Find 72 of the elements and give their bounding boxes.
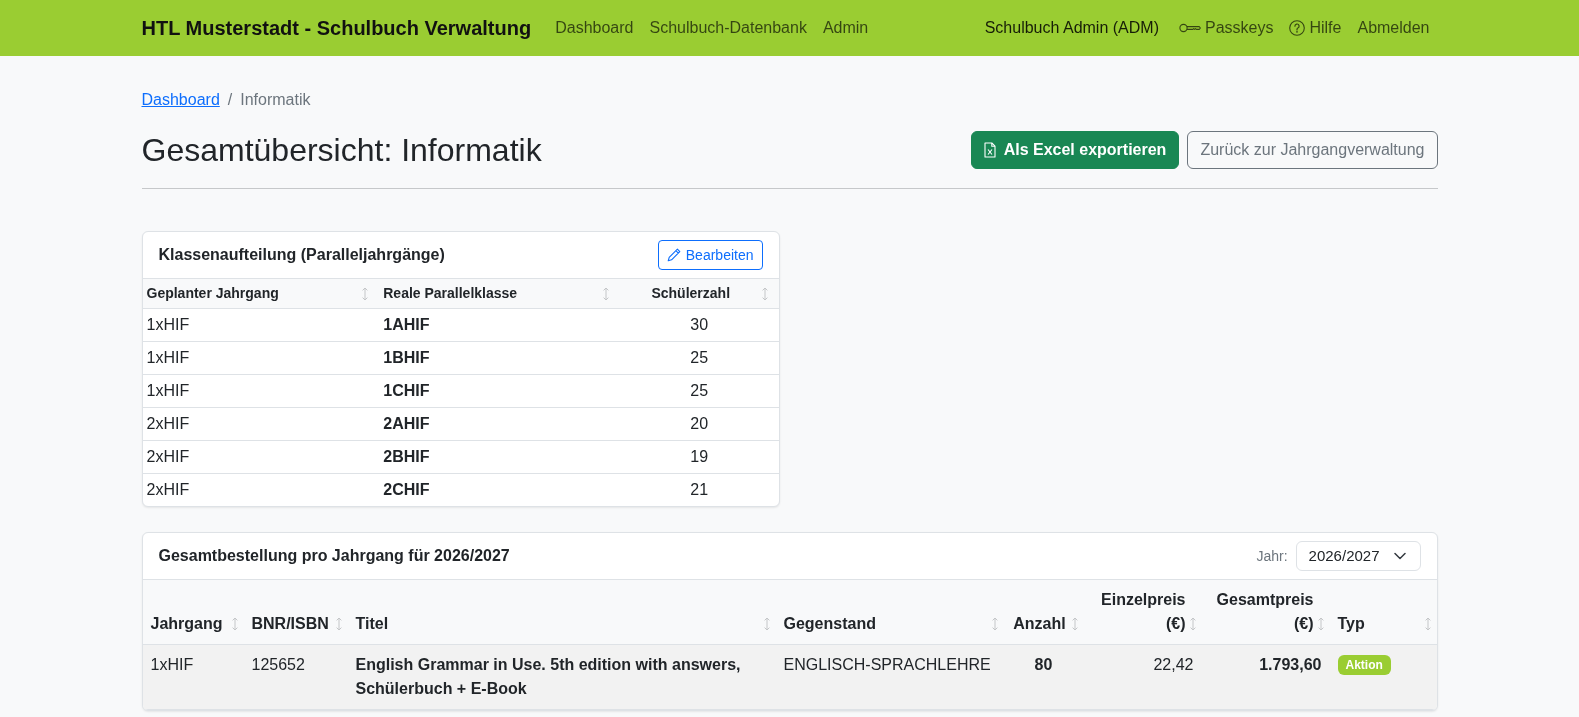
nav-link[interactable]: Dashboard <box>547 8 642 48</box>
table-cell: 1xHIF <box>142 374 380 408</box>
sort-icon <box>990 617 999 632</box>
year-label: Jahr: <box>1256 546 1288 566</box>
table-cell: 21 <box>620 473 779 507</box>
table-cell: 1xHIF <box>142 308 380 342</box>
breadcrumb-separator: / <box>226 90 234 110</box>
table-cell: 2CHIF <box>379 473 620 507</box>
column-header[interactable]: Geplanter Jahrgang <box>142 279 380 309</box>
spreadsheet-file-icon <box>983 142 996 159</box>
column-header[interactable]: Einzelpreis (€) <box>1083 580 1202 645</box>
table-cell: 30 <box>620 308 779 342</box>
sort-icon <box>760 287 769 302</box>
table-cell: 1.793,60 <box>1201 644 1330 710</box>
sort-icon <box>1316 617 1325 632</box>
table-cell: ENGLISCH-SPRACHLEHRE <box>775 644 1004 710</box>
breadcrumb-current: Informatik <box>240 90 311 110</box>
sort-icon <box>230 617 239 632</box>
help-link[interactable]: Hilfe <box>1281 8 1350 48</box>
passkeys-link[interactable]: Passkeys <box>1170 8 1282 48</box>
sort-icon <box>602 287 610 302</box>
column-header[interactable]: Reale Parallelklasse <box>379 279 620 309</box>
pencil-icon <box>666 248 681 263</box>
sort-icon <box>334 617 343 632</box>
table-cell: 2BHIF <box>379 440 620 474</box>
card-title: Gesamtbestellung pro Jahrgang für 2026/2027 <box>158 546 510 567</box>
table-cell: 25 <box>620 374 779 408</box>
export-button[interactable]: Als Excel exportieren <box>970 131 1180 170</box>
table-cell: 2xHIF <box>142 473 380 507</box>
table-cell: 25 <box>620 341 779 375</box>
back-button[interactable]: Zurück zur Jahrgangverwaltung <box>1187 131 1438 170</box>
table-cell: 2xHIF <box>142 440 380 474</box>
card-title: Klassenaufteilung (Paralleljahrgänge) <box>158 245 445 266</box>
chevron-down-icon <box>1393 552 1406 561</box>
help-icon <box>1289 20 1306 36</box>
table-cell: 1CHIF <box>379 374 620 408</box>
table-cell: 22,42 <box>1083 644 1202 710</box>
sort-icon <box>1423 617 1432 632</box>
sort-icon <box>762 617 771 632</box>
column-header[interactable]: Gegenstand <box>775 580 1004 645</box>
table-cell: 80 <box>1003 644 1084 710</box>
brand-title[interactable]: HTL Musterstadt - Schulbuch Verwaltung <box>141 13 532 43</box>
nav-link[interactable]: Schulbuch-Datenbank <box>641 8 815 48</box>
nav-link[interactable]: Admin <box>814 8 877 48</box>
table-cell: 19 <box>620 440 779 474</box>
table-cell: 125652 <box>243 644 348 710</box>
logout-link[interactable]: Abmelden <box>1349 8 1438 48</box>
type-badge: Aktion <box>1337 655 1391 676</box>
table-cell: 2xHIF <box>142 407 380 441</box>
edit-button[interactable]: Bearbeiten <box>657 240 763 271</box>
table-cell: English Grammar in Use. 5th edition with answers, Schülerbuch + E-Book <box>347 644 776 710</box>
column-header[interactable]: Gesamtpreis (€) <box>1201 580 1330 645</box>
year-select[interactable]: 2026/2027 <box>1295 541 1421 572</box>
sort-icon <box>1188 617 1197 632</box>
table-cell: 1AHIF <box>379 308 620 342</box>
page-title: Gesamtübersicht: Informatik <box>141 131 542 170</box>
table-cell: 20 <box>620 407 779 441</box>
table-cell: 1xHIF <box>142 341 380 375</box>
table-cell: 1xHIF <box>142 644 244 710</box>
table-cell: 2AHIF <box>379 407 620 441</box>
column-header[interactable]: Anzahl <box>1003 580 1084 645</box>
column-header[interactable]: Jahrgang <box>142 580 244 645</box>
key-icon <box>1178 23 1201 33</box>
breadcrumb-link[interactable]: Dashboard <box>141 88 220 112</box>
user-name: Schulbuch Admin (ADM) <box>983 18 1160 38</box>
column-header[interactable]: Titel <box>347 580 776 645</box>
table-cell: 1BHIF <box>379 341 620 375</box>
sort-icon <box>1070 617 1079 632</box>
column-header[interactable]: Typ <box>1329 580 1437 645</box>
sort-icon <box>361 287 370 302</box>
column-header[interactable]: Schülerzahl <box>620 279 779 309</box>
column-header[interactable]: BNR/ISBN <box>243 580 348 645</box>
